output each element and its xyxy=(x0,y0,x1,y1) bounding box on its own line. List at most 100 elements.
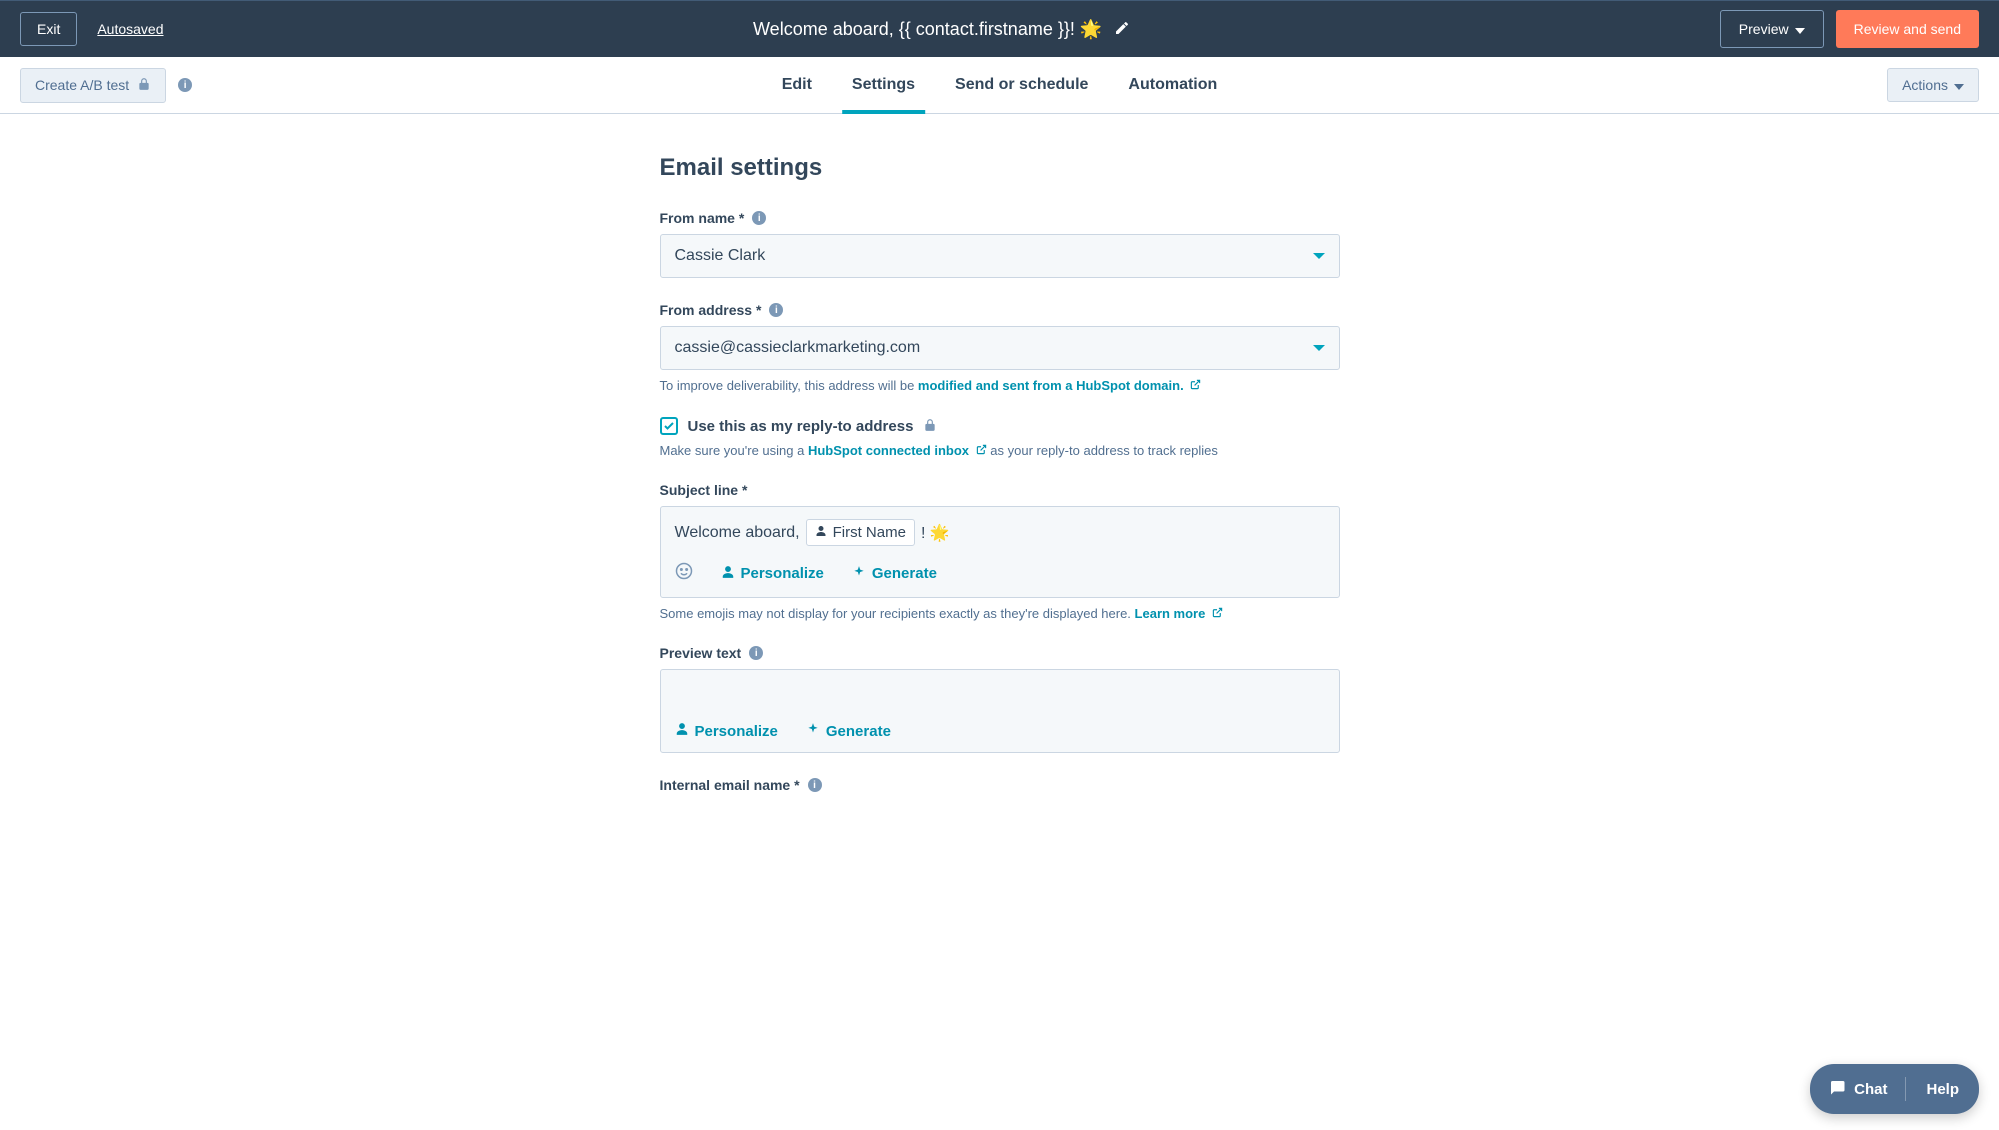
page-title: Email settings xyxy=(660,154,1340,182)
learn-more-link[interactable]: Learn more xyxy=(1135,606,1223,621)
autosaved-link[interactable]: Autosaved xyxy=(97,21,163,37)
person-icon xyxy=(721,565,735,583)
from-address-label-text: From address * xyxy=(660,302,762,318)
from-name-label-text: From name * xyxy=(660,210,745,226)
helper-suffix: as your reply-to address to track replie… xyxy=(990,443,1218,458)
personalization-token[interactable]: First Name xyxy=(806,519,915,546)
chat-button[interactable]: Chat xyxy=(1810,1064,1905,1114)
actions-button[interactable]: Actions xyxy=(1887,68,1979,102)
tab-automation[interactable]: Automation xyxy=(1128,57,1217,113)
sparkle-icon xyxy=(852,565,866,583)
preview-text-group: Preview text i Personalize Generate xyxy=(660,645,1340,753)
internal-name-label: Internal email name * i xyxy=(660,777,1340,793)
from-address-label: From address * i xyxy=(660,302,1340,318)
subject-text-prefix: Welcome aboard, xyxy=(675,524,800,542)
info-icon[interactable]: i xyxy=(178,78,192,92)
preview-text-input-box[interactable]: Personalize Generate xyxy=(660,669,1340,753)
token-text: First Name xyxy=(833,524,906,541)
internal-name-label-text: Internal email name * xyxy=(660,777,800,793)
person-icon xyxy=(815,524,827,541)
review-and-send-button[interactable]: Review and send xyxy=(1836,10,1979,48)
from-address-value: cassie@cassieclarkmarketing.com xyxy=(675,339,921,357)
info-icon[interactable]: i xyxy=(769,303,783,317)
from-name-value: Cassie Clark xyxy=(675,247,766,265)
from-address-helper: To improve deliverability, this address … xyxy=(660,378,1340,393)
content: Email settings From name * i Cassie Clar… xyxy=(640,114,1360,837)
info-icon[interactable]: i xyxy=(752,211,766,225)
lock-icon xyxy=(923,418,937,435)
reply-to-group: Use this as my reply-to address Make sur… xyxy=(660,417,1340,458)
generate-label: Generate xyxy=(826,723,891,740)
helper-prefix: Some emojis may not display for your rec… xyxy=(660,606,1135,621)
preview-button[interactable]: Preview xyxy=(1720,10,1824,48)
pencil-icon[interactable] xyxy=(1114,20,1130,39)
emoji-picker-button[interactable] xyxy=(675,562,693,585)
subject-group: Subject line * Welcome aboard, First Nam… xyxy=(660,482,1340,621)
external-link-icon xyxy=(1190,379,1201,393)
preview-text-content[interactable] xyxy=(675,682,1325,706)
from-name-select[interactable]: Cassie Clark xyxy=(660,234,1340,278)
subject-input-box[interactable]: Welcome aboard, First Name ! 🌟 xyxy=(660,506,1340,598)
help-widget: Chat Help xyxy=(1810,1064,1979,1114)
link-text: HubSpot connected inbox xyxy=(808,443,969,458)
reply-to-checkbox[interactable] xyxy=(660,417,678,435)
personalize-button[interactable]: Personalize xyxy=(721,565,824,583)
chat-label: Chat xyxy=(1854,1081,1887,1098)
reply-to-helper: Make sure you're using a HubSpot connect… xyxy=(660,443,1340,458)
preview-text-label: Preview text i xyxy=(660,645,1340,661)
personalize-label: Personalize xyxy=(741,565,824,582)
helper-prefix: To improve deliverability, this address … xyxy=(660,378,918,393)
preview-button-label: Preview xyxy=(1739,21,1789,37)
generate-button[interactable]: Generate xyxy=(852,565,937,583)
preview-text-actions: Personalize Generate xyxy=(675,722,1325,740)
from-address-group: From address * i cassie@cassieclarkmarke… xyxy=(660,302,1340,393)
subject-text-suffix: ! 🌟 xyxy=(921,523,950,543)
from-address-select[interactable]: cassie@cassieclarkmarketing.com xyxy=(660,326,1340,370)
help-button[interactable]: Help xyxy=(1906,1067,1979,1112)
info-icon[interactable]: i xyxy=(808,778,822,792)
hubspot-domain-link[interactable]: modified and sent from a HubSpot domain. xyxy=(918,378,1201,393)
generate-button[interactable]: Generate xyxy=(806,722,891,740)
connected-inbox-link[interactable]: HubSpot connected inbox xyxy=(808,443,990,458)
link-text: modified and sent from a HubSpot domain. xyxy=(918,378,1184,393)
from-name-group: From name * i Cassie Clark xyxy=(660,210,1340,278)
chevron-down-icon xyxy=(1795,21,1805,37)
internal-name-group: Internal email name * i xyxy=(660,777,1340,793)
info-icon[interactable]: i xyxy=(749,646,763,660)
subject-content[interactable]: Welcome aboard, First Name ! 🌟 xyxy=(675,519,1325,546)
ab-info: i xyxy=(178,78,192,92)
create-ab-test-button[interactable]: Create A/B test xyxy=(20,68,166,103)
topbar: Exit Autosaved Welcome aboard, {{ contac… xyxy=(0,0,1999,57)
reply-to-checkbox-label: Use this as my reply-to address xyxy=(688,418,914,435)
preview-text-label-text: Preview text xyxy=(660,645,742,661)
lock-icon xyxy=(137,77,151,94)
tab-settings[interactable]: Settings xyxy=(852,57,915,113)
topbar-center: Welcome aboard, {{ contact.firstname }}!… xyxy=(164,19,1720,40)
subject-label: Subject line * xyxy=(660,482,1340,498)
tab-edit[interactable]: Edit xyxy=(782,57,812,113)
subject-label-text: Subject line * xyxy=(660,482,748,498)
link-text: Learn more xyxy=(1135,606,1206,621)
actions-label: Actions xyxy=(1902,77,1948,93)
sparkle-icon xyxy=(806,722,820,740)
topbar-right: Preview Review and send xyxy=(1720,10,1979,48)
helper-prefix: Make sure you're using a xyxy=(660,443,808,458)
exit-button[interactable]: Exit xyxy=(20,12,77,46)
chat-icon xyxy=(1828,1078,1846,1100)
caret-down-icon xyxy=(1313,253,1325,259)
subject-actions: Personalize Generate xyxy=(675,562,1325,585)
personalize-button[interactable]: Personalize xyxy=(675,722,778,740)
subject-helper: Some emojis may not display for your rec… xyxy=(660,606,1340,621)
reply-to-checkbox-row: Use this as my reply-to address xyxy=(660,417,1340,435)
external-link-icon xyxy=(1212,607,1223,621)
personalize-label: Personalize xyxy=(695,723,778,740)
tab-send-or-schedule[interactable]: Send or schedule xyxy=(955,57,1088,113)
person-icon xyxy=(675,722,689,740)
tablist: Edit Settings Send or schedule Automatio… xyxy=(782,57,1218,113)
caret-down-icon xyxy=(1313,345,1325,351)
external-link-icon xyxy=(976,444,987,458)
document-title: Welcome aboard, {{ contact.firstname }}!… xyxy=(753,19,1102,40)
subbar: Create A/B test i Edit Settings Send or … xyxy=(0,57,1999,114)
topbar-left: Exit Autosaved xyxy=(20,12,164,46)
ab-test-label: Create A/B test xyxy=(35,77,129,93)
